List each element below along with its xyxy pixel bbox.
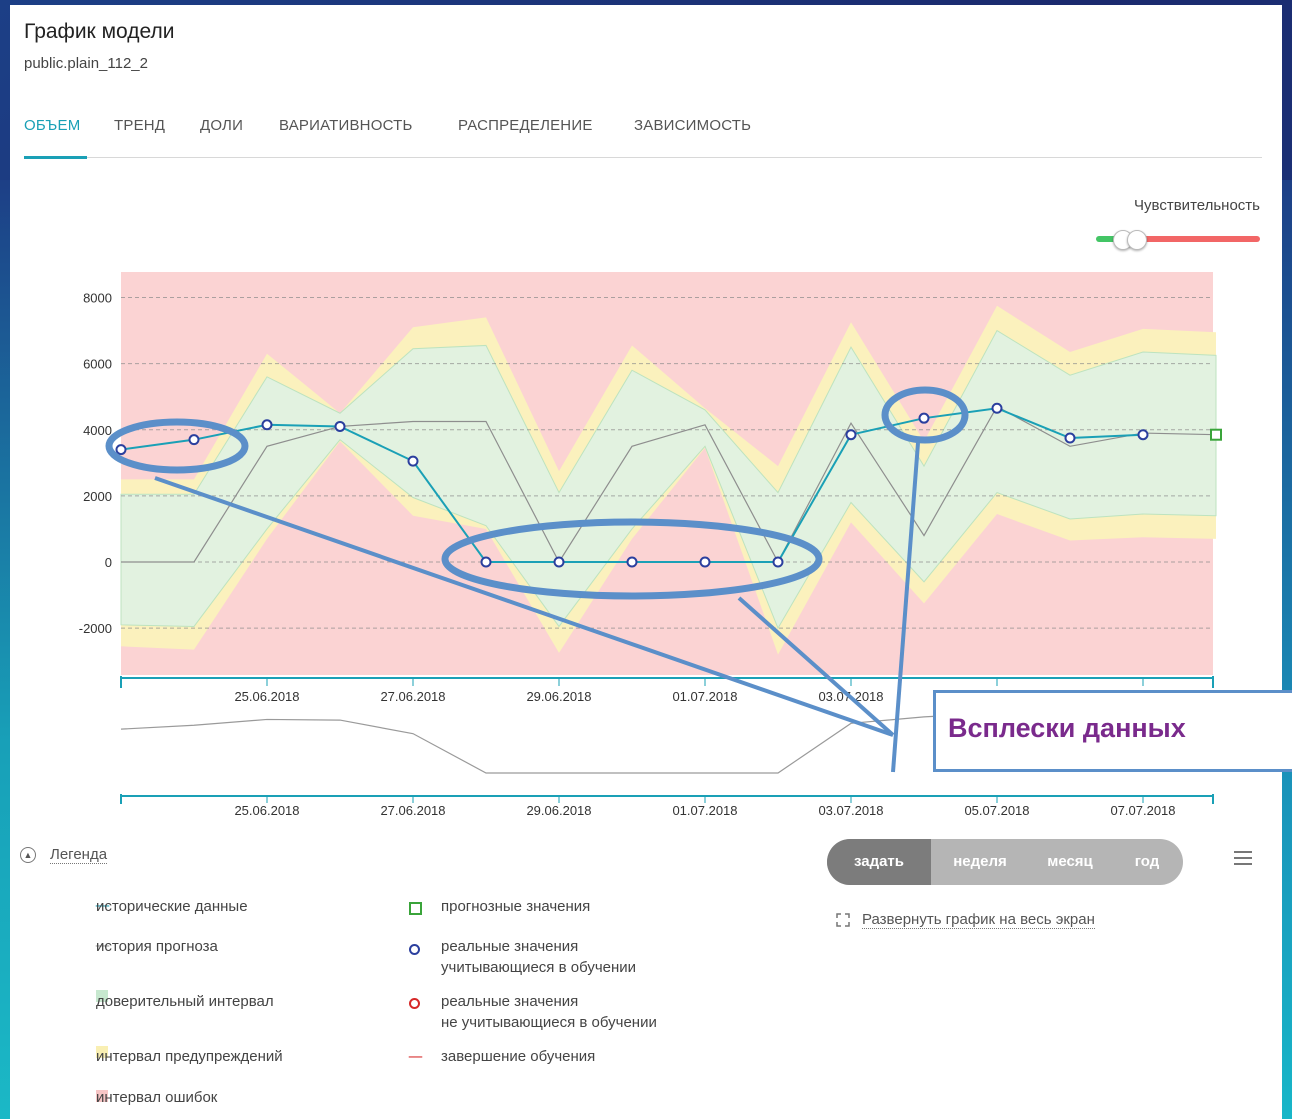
period-custom-button[interactable]: задать: [827, 839, 931, 885]
y-tick-label: 6000: [83, 357, 112, 372]
annotation-callout-clip: Всплески данных: [930, 688, 1292, 778]
real-value-point: [772, 556, 784, 568]
y-tick-label: 2000: [83, 489, 112, 504]
real-value-point: [334, 420, 346, 432]
forecast-square-icon: [409, 902, 422, 915]
legend-real-train-1: реальные значения: [441, 938, 579, 955]
real-value-point: [991, 402, 1003, 414]
navigator-tick-label: 01.07.2018: [672, 803, 737, 818]
navigator-tick-label: 27.06.2018: [380, 803, 445, 818]
y-tick-label: 8000: [83, 291, 112, 306]
legend-forecast-values: прогнозные значения: [441, 898, 591, 915]
real-value-point: [407, 455, 419, 467]
y-tick-label: 4000: [83, 423, 112, 438]
interval-bands: [120, 272, 1217, 675]
x-tick-label: 27.06.2018: [380, 689, 445, 704]
real-value-point: [115, 444, 127, 456]
real-value-point: [480, 556, 492, 568]
annotation-text: Всплески данных: [948, 713, 1186, 743]
navigator-tick-label: 25.06.2018: [234, 803, 299, 818]
real-value-point: [1064, 432, 1076, 444]
period-month-button[interactable]: месяц: [1029, 839, 1111, 885]
navigator-tick-label: 07.07.2018: [1110, 803, 1175, 818]
period-year-button[interactable]: год: [1111, 839, 1183, 885]
navigator-tick-label: 03.07.2018: [818, 803, 883, 818]
expand-fullscreen-link[interactable]: Развернуть график на весь экран: [836, 911, 1095, 929]
legend-error: интервал ошибок: [96, 1089, 218, 1106]
menu-icon[interactable]: [1234, 851, 1252, 865]
forecast-point: [1210, 428, 1222, 441]
navigator-tick-label: 29.06.2018: [526, 803, 591, 818]
y-tick-label: 0: [105, 555, 112, 570]
real-value-point: [626, 556, 638, 568]
annotation-callout: Всплески данных: [933, 690, 1292, 772]
real-values-notrain-icon: [409, 998, 420, 1009]
y-tick-label: -2000: [79, 621, 112, 636]
real-value-point: [1137, 429, 1149, 441]
real-value-point: [918, 412, 930, 424]
legend-forecast-history: история прогноза: [96, 938, 218, 955]
legend-warning: интервал предупреждений: [96, 1048, 283, 1065]
y-axis-ticks: -2000 0 2000 4000 6000 8000: [79, 291, 112, 637]
legend-training-end: завершение обучения: [441, 1048, 596, 1065]
chevron-up-icon: ▲: [20, 847, 36, 864]
period-week-button[interactable]: неделя: [931, 839, 1029, 885]
x-tick-label: 25.06.2018: [234, 689, 299, 704]
real-value-point: [699, 556, 711, 568]
legend-historical: исторические данные: [96, 898, 248, 915]
real-value-point: [188, 434, 200, 446]
navigator-tick-label: 05.07.2018: [964, 803, 1029, 818]
training-end-line-icon: —: [408, 1047, 423, 1065]
period-selector: задать неделя месяц год: [827, 839, 1183, 885]
legend-confidence: доверительный интервал: [96, 993, 274, 1010]
fullscreen-icon: [836, 913, 850, 927]
legend-real-train-2: учитывающиеся в обучении: [441, 959, 637, 976]
x-tick-label: 29.06.2018: [526, 689, 591, 704]
legend-real-notrain-1: реальные значения: [441, 993, 579, 1010]
legend-toggle[interactable]: ▲ Легенда: [20, 846, 108, 864]
real-value-point: [845, 429, 857, 441]
legend-real-notrain-2: не учитывающиеся в обучении: [441, 1014, 657, 1031]
real-value-point: [261, 419, 273, 431]
real-value-point: [553, 556, 565, 568]
real-values-train-icon: [409, 944, 420, 955]
x-tick-label: 01.07.2018: [672, 689, 737, 704]
